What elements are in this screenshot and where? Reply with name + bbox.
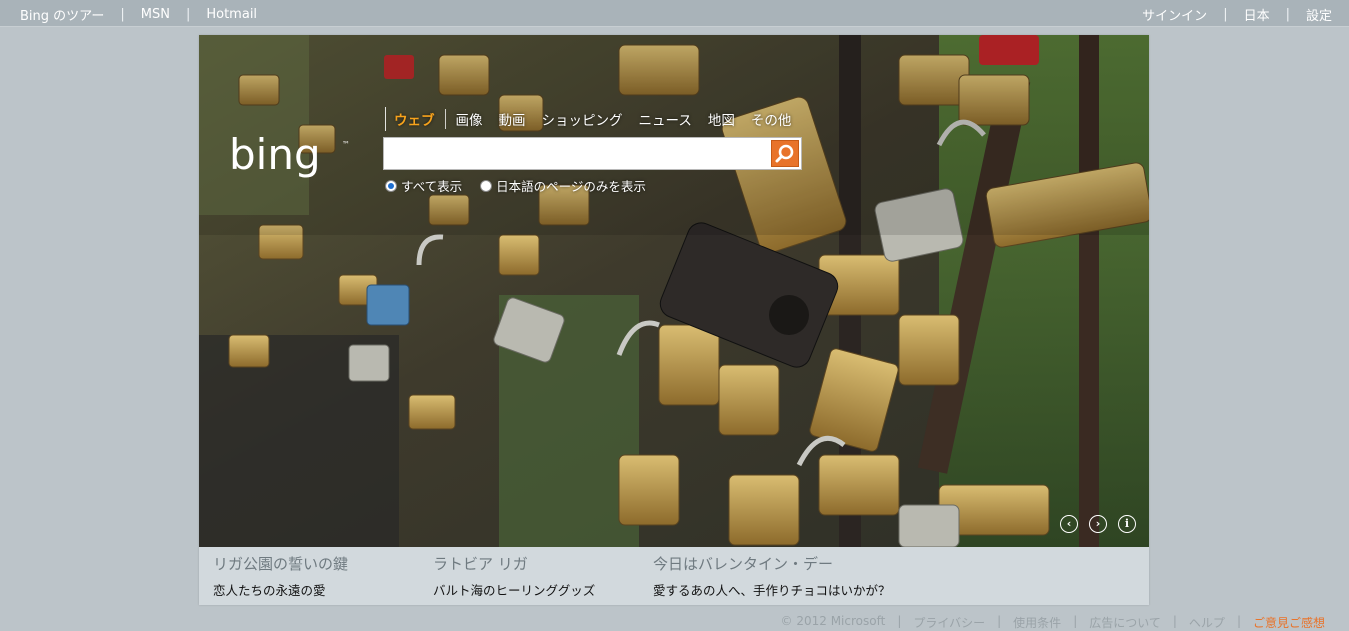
hotspot-strip: リガ公園の誓いの鍵 恋人たちの永遠の愛 ラトビア リガ バルト海のヒーリンググッ… bbox=[199, 547, 1149, 605]
search-box bbox=[383, 137, 802, 170]
search-input[interactable] bbox=[388, 141, 772, 168]
separator: | bbox=[1172, 614, 1177, 628]
tab-more[interactable]: その他 bbox=[751, 109, 792, 129]
separator: | bbox=[1285, 7, 1290, 22]
radio-all[interactable] bbox=[385, 179, 397, 192]
separator: | bbox=[1236, 614, 1241, 628]
top-nav-left: Bing のツアー | MSN | Hotmail bbox=[20, 5, 257, 24]
separator: | bbox=[185, 7, 191, 22]
hotspot-title[interactable]: リガ公園の誓いの鍵 bbox=[213, 553, 348, 574]
search-button[interactable] bbox=[771, 140, 799, 167]
tab-maps[interactable]: 地図 bbox=[708, 109, 735, 129]
hotspot-card[interactable]: リガ公園の誓いの鍵 恋人たちの永遠の愛 bbox=[213, 553, 348, 599]
feedback-link[interactable]: ご意見ご感想 bbox=[1253, 614, 1325, 631]
tab-shopping[interactable]: ショッピング bbox=[542, 109, 623, 129]
tab-news[interactable]: ニュース bbox=[639, 109, 692, 129]
tour-link[interactable]: Bing のツアー bbox=[20, 5, 104, 24]
search-verticals: ウェブ 画像 動画 ショッピング ニュース 地図 その他 bbox=[385, 105, 807, 133]
radio-japanese-only-label[interactable]: 日本語のページのみを表示 bbox=[496, 176, 646, 195]
homepage-frame: bing ™ ウェブ 画像 動画 ショッピング ニュース 地図 その他 すべて表… bbox=[199, 35, 1149, 605]
hotspot-subtitle[interactable]: 恋人たちの永遠の愛 bbox=[213, 580, 348, 599]
hotspot-title[interactable]: 今日はバレンタイン・デー bbox=[653, 553, 891, 574]
top-bar: Bing のツアー | MSN | Hotmail サインイン | 日本 | 設… bbox=[0, 0, 1349, 27]
radio-japanese-only[interactable] bbox=[480, 179, 493, 192]
radio-all-label[interactable]: すべて表示 bbox=[401, 176, 462, 195]
advertise-link[interactable]: 広告について bbox=[1089, 614, 1161, 631]
bing-logo-graphic: bing ™ bbox=[229, 133, 350, 179]
tab-videos[interactable]: 動画 bbox=[499, 109, 526, 129]
tab-web[interactable]: ウェブ bbox=[394, 109, 435, 129]
next-image-button[interactable]: › bbox=[1089, 515, 1107, 533]
hotspot-title[interactable]: ラトビア リガ bbox=[433, 553, 595, 574]
hotspot-subtitle[interactable]: 愛するあの人へ、手作りチョコはいかが？ bbox=[653, 580, 891, 599]
copyright: © 2012 Microsoft bbox=[780, 614, 886, 628]
separator: | bbox=[1073, 614, 1078, 628]
previous-image-button[interactable]: ‹ bbox=[1060, 515, 1078, 533]
settings-link[interactable]: 設定 bbox=[1306, 5, 1332, 24]
separator: | bbox=[120, 7, 125, 22]
separator: | bbox=[897, 614, 902, 628]
hotmail-link[interactable]: Hotmail bbox=[206, 7, 257, 22]
nav-divider bbox=[385, 107, 386, 131]
hotspot-card[interactable]: 今日はバレンタイン・デー 愛するあの人へ、手作りチョコはいかが？ bbox=[653, 553, 891, 599]
sign-in-link[interactable]: サインイン bbox=[1142, 5, 1207, 24]
trademark-symbol: ™ bbox=[342, 140, 350, 149]
logo-text: bing bbox=[229, 133, 321, 179]
separator: | bbox=[1223, 7, 1228, 22]
background-photo: bing ™ ウェブ 画像 動画 ショッピング ニュース 地図 その他 すべて表… bbox=[199, 35, 1149, 547]
hotspot-subtitle[interactable]: バルト海のヒーリンググッズ bbox=[433, 580, 595, 599]
info-icon[interactable]: i bbox=[1118, 515, 1136, 533]
footer: © 2012 Microsoft | プライバシー | 使用条件 | 広告につい… bbox=[781, 614, 1325, 631]
search-icon bbox=[775, 144, 794, 163]
hotspot-card[interactable]: ラトビア リガ バルト海のヒーリンググッズ bbox=[433, 553, 595, 599]
bing-logo[interactable]: bing ™ bbox=[229, 133, 354, 185]
privacy-link[interactable]: プライバシー bbox=[913, 614, 985, 631]
msn-link[interactable]: MSN bbox=[141, 7, 170, 22]
top-nav-right: サインイン | 日本 | 設定 bbox=[1142, 5, 1332, 24]
search-scope-options: すべて表示 日本語のページのみを表示 bbox=[385, 176, 664, 195]
terms-link[interactable]: 使用条件 bbox=[1013, 614, 1061, 631]
separator: | bbox=[997, 614, 1002, 628]
region-link[interactable]: 日本 bbox=[1244, 5, 1270, 24]
help-link[interactable]: ヘルプ bbox=[1189, 614, 1225, 631]
nav-divider bbox=[444, 109, 446, 129]
tab-images[interactable]: 画像 bbox=[456, 109, 483, 129]
